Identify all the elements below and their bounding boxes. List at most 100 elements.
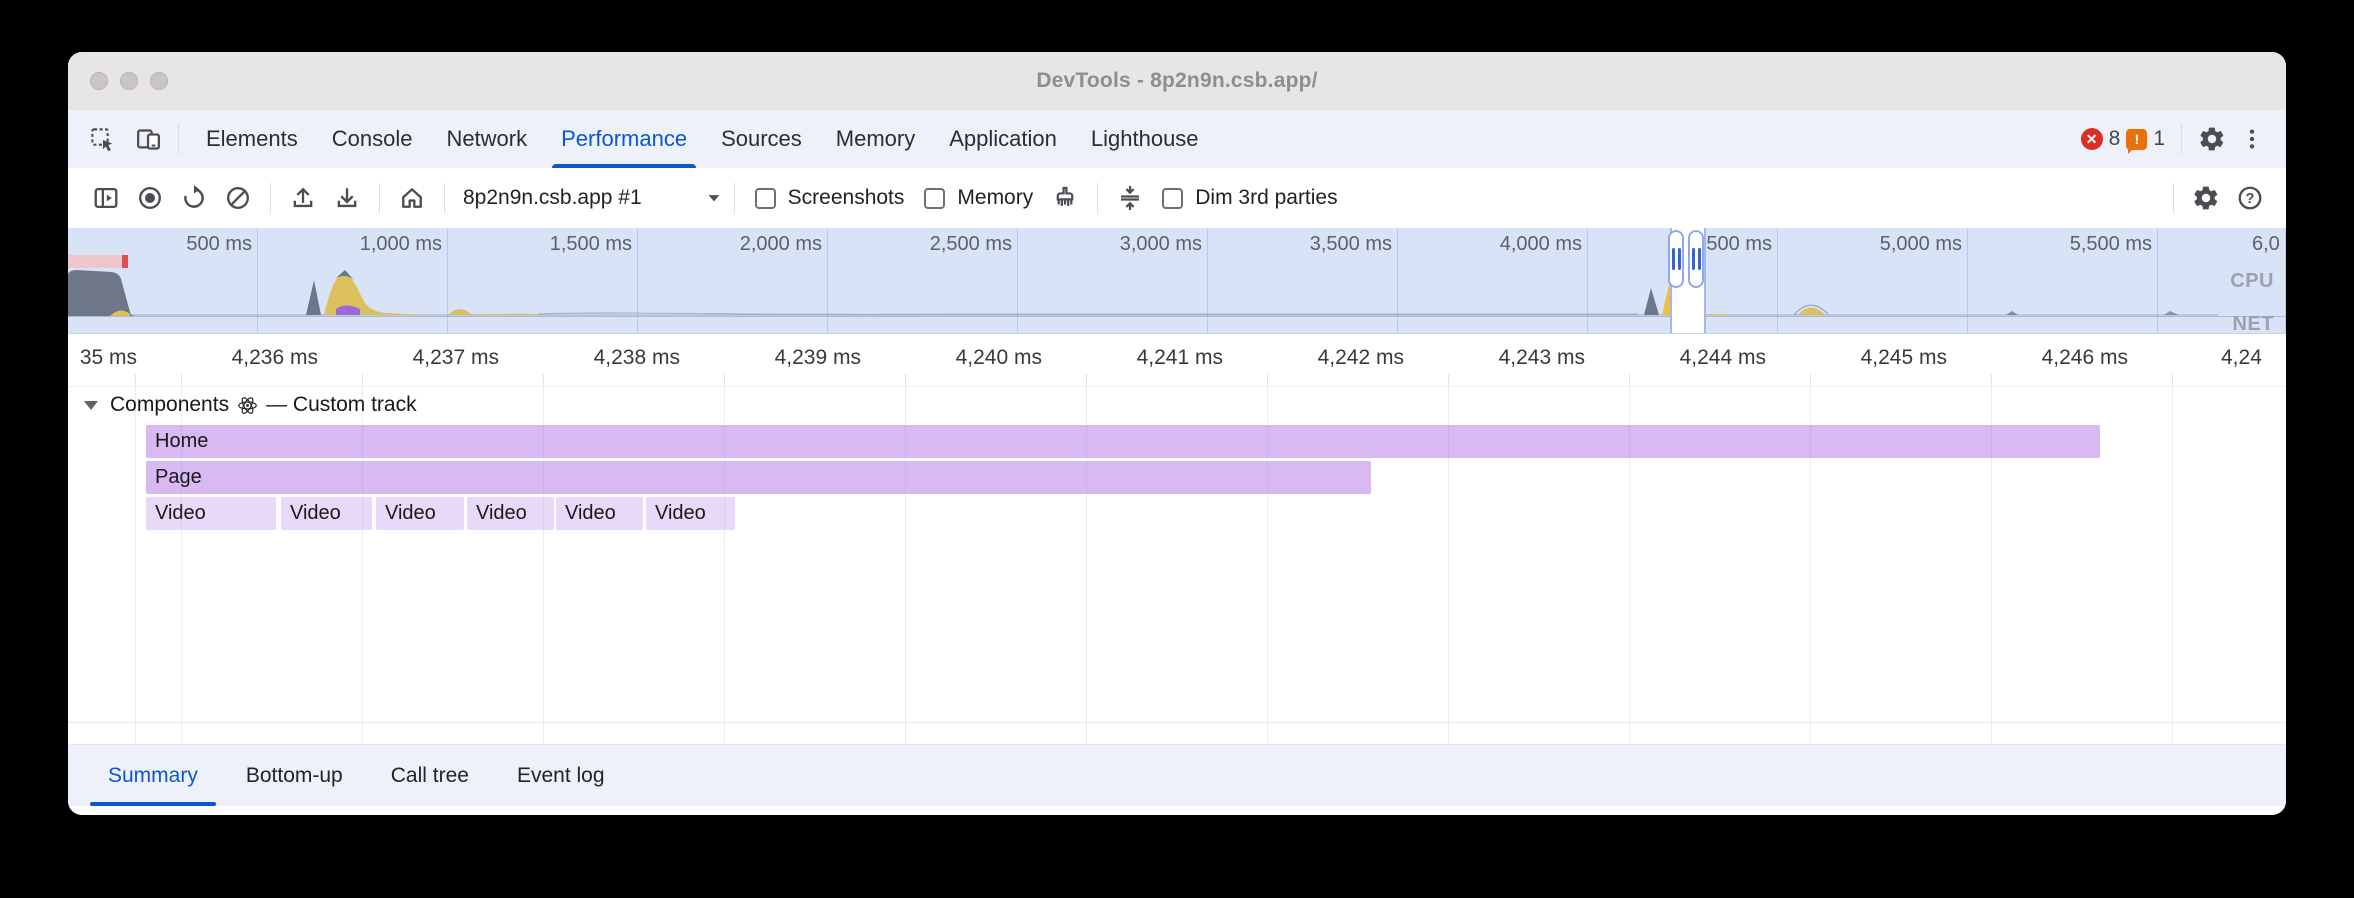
bottom-tab-bottom-up[interactable]: Bottom-up bbox=[222, 745, 367, 806]
screen-background: DevTools - 8p2n9n.csb.app/ bbox=[0, 0, 2354, 898]
tab-lighthouse[interactable]: Lighthouse bbox=[1074, 110, 1216, 168]
track-entry-video[interactable]: Video bbox=[281, 497, 372, 530]
flamechart-area[interactable]: Components — Custom track HomePageVideoV… bbox=[68, 387, 2286, 744]
track-entry-page[interactable]: Page bbox=[146, 461, 1371, 494]
memory-toggle: Memory bbox=[924, 186, 1033, 210]
ruler-tick-label: 4,246 ms bbox=[1998, 346, 2128, 370]
timeline-overview[interactable]: 500 ms1,000 ms1,500 ms2,000 ms2,500 ms3,… bbox=[68, 228, 2286, 334]
panel-left-icon bbox=[92, 184, 120, 212]
main-tab-bar: ElementsConsoleNetworkPerformanceSources… bbox=[68, 110, 2286, 168]
reload-and-record-button[interactable] bbox=[175, 179, 213, 217]
record-button[interactable] bbox=[131, 179, 169, 217]
memory-label: Memory bbox=[957, 186, 1033, 210]
performance-toolbar: 8p2n9n.csb.app #1 Screenshots Memory bbox=[68, 168, 2286, 228]
traffic-lights bbox=[90, 52, 168, 110]
tab-console[interactable]: Console bbox=[315, 110, 430, 168]
tab-network[interactable]: Network bbox=[429, 110, 544, 168]
close-window-button[interactable] bbox=[90, 72, 108, 90]
minimize-window-button[interactable] bbox=[120, 72, 138, 90]
overview-tick-label: 2,000 ms bbox=[712, 233, 822, 256]
help-button[interactable]: ? bbox=[2231, 179, 2269, 217]
dim-3rd-parties-checkbox[interactable] bbox=[1162, 188, 1183, 209]
collapse-triangle-icon[interactable] bbox=[84, 401, 98, 410]
collapse-icon bbox=[1116, 184, 1144, 212]
ruler-tick-label: 4,243 ms bbox=[1455, 346, 1585, 370]
bottom-tab-event-log[interactable]: Event log bbox=[493, 745, 629, 806]
track-entry-video[interactable]: Video bbox=[376, 497, 464, 530]
track-row: VideoVideoVideoVideoVideoVideo bbox=[146, 497, 2286, 530]
ruler-tick-label: 4,242 ms bbox=[1274, 346, 1404, 370]
chevron-down-icon bbox=[704, 188, 724, 208]
warning-count[interactable]: 1 bbox=[2153, 127, 2165, 151]
shortcuts-dialog-button[interactable] bbox=[1111, 179, 1149, 217]
track-entry-video[interactable]: Video bbox=[556, 497, 643, 530]
atom-icon bbox=[237, 395, 258, 416]
panel-tabs: ElementsConsoleNetworkPerformanceSources… bbox=[189, 110, 1216, 168]
bottom-tab-summary[interactable]: Summary bbox=[84, 745, 222, 806]
bottom-tab-call-tree[interactable]: Call tree bbox=[367, 745, 493, 806]
screenshots-checkbox[interactable] bbox=[755, 188, 776, 209]
settings-button[interactable] bbox=[2192, 119, 2232, 159]
ruler-tick-label: 35 ms bbox=[68, 346, 137, 370]
track-entry-video[interactable]: Video bbox=[646, 497, 735, 530]
clear-recording-button[interactable] bbox=[219, 179, 257, 217]
tab-performance[interactable]: Performance bbox=[544, 110, 704, 168]
device-toolbar-icon bbox=[135, 126, 162, 153]
tab-sources[interactable]: Sources bbox=[704, 110, 819, 168]
history-dropdown[interactable]: 8p2n9n.csb.app #1 bbox=[463, 186, 724, 210]
net-lane-label: NET bbox=[2233, 313, 2275, 334]
upload-profile-button[interactable] bbox=[284, 179, 322, 217]
gear-icon bbox=[2192, 184, 2220, 212]
overview-tick-label: 3,000 ms bbox=[1092, 233, 1202, 256]
network-lane-divider bbox=[68, 316, 2286, 317]
svg-text:?: ? bbox=[2246, 191, 2255, 207]
left-selection-handle[interactable] bbox=[1668, 230, 1684, 288]
right-selection-handle[interactable] bbox=[1688, 230, 1704, 288]
kebab-menu-icon bbox=[2239, 126, 2265, 152]
ruler-tick-marks bbox=[68, 374, 2286, 386]
track-entry-video[interactable]: Video bbox=[467, 497, 554, 530]
ruler-tick-label: 4,241 ms bbox=[1093, 346, 1223, 370]
track-entry-video[interactable]: Video bbox=[146, 497, 276, 530]
warning-badge-icon[interactable]: ! bbox=[2126, 129, 2147, 150]
collect-garbage-button[interactable] bbox=[1046, 179, 1084, 217]
ruler-tick-label: 4,236 ms bbox=[188, 346, 318, 370]
more-options-button[interactable] bbox=[2232, 119, 2272, 159]
track-title: Components bbox=[110, 393, 229, 417]
memory-checkbox[interactable] bbox=[924, 188, 945, 209]
track-row: Page bbox=[146, 461, 2286, 494]
device-toolbar-button[interactable] bbox=[128, 119, 168, 159]
overview-tick-label: 2,500 ms bbox=[902, 233, 1012, 256]
tab-memory[interactable]: Memory bbox=[819, 110, 932, 168]
capture-settings-button[interactable] bbox=[2187, 179, 2225, 217]
track-bottom-line bbox=[68, 722, 2286, 723]
toolbar-divider bbox=[444, 183, 445, 213]
overview-tick-label: 3,500 ms bbox=[1282, 233, 1392, 256]
zoom-window-button[interactable] bbox=[150, 72, 168, 90]
history-dropdown-value: 8p2n9n.csb.app #1 bbox=[463, 186, 642, 210]
custom-track-header[interactable]: Components — Custom track bbox=[68, 390, 2286, 420]
download-profile-button[interactable] bbox=[328, 179, 366, 217]
overview-tick-label: 1,000 ms bbox=[332, 233, 442, 256]
selection-right-edge bbox=[1704, 228, 1706, 333]
detail-time-ruler[interactable]: 35 ms4,236 ms4,237 ms4,238 ms4,239 ms4,2… bbox=[68, 334, 2286, 387]
overview-tick-label: 6,0 bbox=[2252, 233, 2286, 256]
error-count[interactable]: 8 bbox=[2109, 127, 2121, 151]
track-entry-home[interactable]: Home bbox=[146, 425, 2100, 458]
track-row: Home bbox=[146, 425, 2286, 458]
upload-icon bbox=[289, 184, 317, 212]
toggle-sidebar-button[interactable] bbox=[87, 179, 125, 217]
ruler-tick-label: 4,239 ms bbox=[731, 346, 861, 370]
live-metrics-button[interactable] bbox=[393, 179, 431, 217]
ruler-tick-label: 4,24 bbox=[2221, 346, 2286, 370]
tab-application[interactable]: Application bbox=[932, 110, 1074, 168]
inspect-element-button[interactable] bbox=[82, 119, 122, 159]
toolbar-divider bbox=[2173, 183, 2174, 213]
error-badge-icon[interactable]: ✕ bbox=[2081, 128, 2103, 150]
broom-icon bbox=[1051, 184, 1079, 212]
ruler-tick-label: 4,240 ms bbox=[912, 346, 1042, 370]
tab-elements[interactable]: Elements bbox=[189, 110, 315, 168]
dim-3rd-parties-toggle: Dim 3rd parties bbox=[1162, 186, 1337, 210]
ruler-tick-label: 4,238 ms bbox=[550, 346, 680, 370]
devtools-window: DevTools - 8p2n9n.csb.app/ bbox=[68, 52, 2286, 815]
